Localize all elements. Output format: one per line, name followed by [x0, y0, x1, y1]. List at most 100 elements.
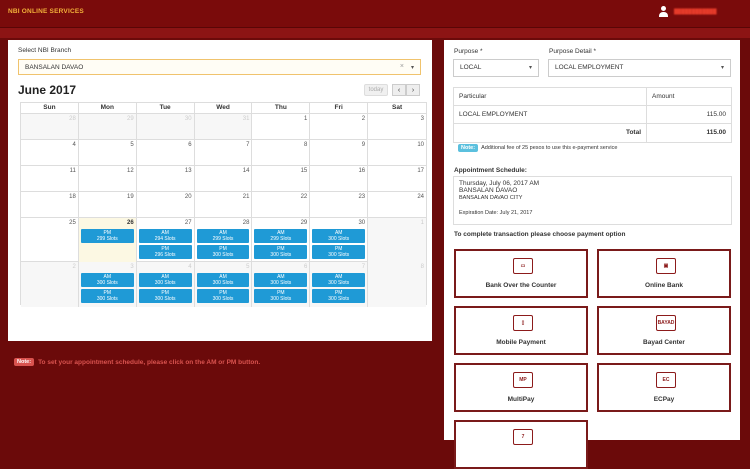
- branch-select[interactable]: BANSALAN DAVAO × ▾: [18, 59, 421, 75]
- calendar-day[interactable]: 2: [21, 262, 79, 307]
- slot-count: 300 Slots: [328, 280, 350, 286]
- calendar-day[interactable]: 26 PM 299 Slots: [78, 218, 137, 263]
- slot-count: 300 Slots: [96, 280, 118, 286]
- calendar-day[interactable]: 19: [79, 192, 137, 217]
- day-number: 4: [72, 142, 76, 148]
- calendar-day[interactable]: 18: [21, 192, 79, 217]
- payment-option-mobile-payment[interactable]: ▯ Mobile Payment: [454, 306, 588, 355]
- calendar-day[interactable]: 17: [368, 166, 426, 191]
- particular-header: Particular: [454, 88, 647, 105]
- calendar-week: 28 29 30 31 1 2 3: [20, 113, 427, 139]
- calendar-day[interactable]: 24: [368, 192, 426, 217]
- calendar-day[interactable]: 22: [252, 192, 311, 217]
- user-menu[interactable]: ████████████: [659, 6, 736, 17]
- prev-month-button[interactable]: ‹: [392, 84, 406, 96]
- calendar-day[interactable]: 3 AM 300 Slots PM 300 Slots: [78, 262, 137, 307]
- slot-button-am[interactable]: AM 300 Slots: [254, 273, 308, 287]
- calendar-day[interactable]: 1: [252, 114, 311, 139]
- total-row: Total 115.00: [454, 124, 731, 142]
- purpose-detail-select[interactable]: LOCAL EMPLOYMENT ▾: [548, 59, 731, 77]
- slot-button-am[interactable]: AM 300 Slots: [138, 273, 192, 287]
- total-label: Total: [454, 124, 647, 142]
- calendar-day[interactable]: 16: [310, 166, 369, 191]
- calendar-day[interactable]: 28 AM 299 Slots PM 300 Slots: [195, 218, 253, 263]
- table-row: LOCAL EMPLOYMENT 115.00: [454, 106, 731, 124]
- calendar-day[interactable]: 1: [368, 218, 426, 263]
- calendar-day[interactable]: 8: [252, 140, 311, 165]
- payment-option-multipay[interactable]: MP MultiPay: [454, 363, 588, 412]
- calendar-day[interactable]: 6: [137, 140, 195, 165]
- payment-option-ecpay[interactable]: EC ECPay: [597, 363, 731, 412]
- slot-button-pm[interactable]: PM 299 Slots: [80, 229, 134, 243]
- calendar-day[interactable]: 21: [195, 192, 253, 217]
- calendar-day[interactable]: 5 AM 300 Slots PM 300 Slots: [194, 262, 253, 307]
- calendar-day[interactable]: 3: [368, 114, 426, 139]
- calendar-day[interactable]: 14: [195, 166, 253, 191]
- payment-title: To complete transaction please choose pa…: [454, 231, 626, 238]
- calendar-day[interactable]: 23: [310, 192, 369, 217]
- calendar-title: June 2017: [18, 83, 77, 97]
- calendar-day[interactable]: 30 AM 300 Slots PM 300 Slots: [310, 218, 369, 263]
- day-number: 28: [69, 116, 76, 122]
- slot-button-am[interactable]: AM 300 Slots: [312, 273, 366, 287]
- slot-button-pm[interactable]: PM 300 Slots: [312, 289, 366, 303]
- calendar-day[interactable]: 29: [78, 114, 137, 139]
- calendar-day[interactable]: 25: [21, 218, 79, 263]
- slot-button-pm[interactable]: PM 300 Slots: [254, 289, 308, 303]
- calendar-day[interactable]: 15: [252, 166, 311, 191]
- slot-count: 300 Slots: [328, 236, 350, 242]
- slot-button-pm[interactable]: PM 300 Slots: [138, 289, 192, 303]
- clear-icon[interactable]: ×: [400, 63, 404, 70]
- calendar-day[interactable]: 2: [310, 114, 369, 139]
- calendar-day[interactable]: 13: [137, 166, 195, 191]
- slot-button-pm[interactable]: PM 296 Slots: [138, 245, 192, 259]
- day-number: 4: [188, 264, 192, 270]
- slot-button-pm[interactable]: PM 300 Slots: [312, 245, 366, 259]
- slot-count: 300 Slots: [270, 280, 292, 286]
- day-number: 3: [130, 264, 134, 270]
- calendar-day[interactable]: 9: [310, 140, 369, 165]
- today-button[interactable]: today: [364, 84, 388, 96]
- day-number: 24: [417, 194, 424, 200]
- calendar-day[interactable]: 27 AM 294 Slots PM 296 Slots: [137, 218, 195, 263]
- calendar-day[interactable]: 8: [368, 262, 426, 307]
- brand-title[interactable]: NBI ONLINE SERVICES: [8, 8, 84, 15]
- calendar-day[interactable]: 7: [195, 140, 253, 165]
- payment-option-bank-counter[interactable]: ▭ Bank Over the Counter: [454, 249, 588, 298]
- slot-button-pm[interactable]: PM 300 Slots: [196, 289, 250, 303]
- calendar-day[interactable]: 20: [137, 192, 195, 217]
- calendar-day[interactable]: 30: [136, 114, 195, 139]
- calendar-grid: Sun Mon Tue Wed Thu Fri Sat 28 29 30 31 1 2 3 4 5 6 7 8 9 1…: [20, 102, 427, 307]
- calendar-day[interactable]: 12: [79, 166, 137, 191]
- payment-option-bayad-center[interactable]: BAYAD Bayad Center: [597, 306, 731, 355]
- slot-count: 300 Slots: [212, 296, 234, 302]
- slot-button-pm[interactable]: PM 300 Slots: [196, 245, 250, 259]
- slot-button-am[interactable]: AM 300 Slots: [196, 273, 250, 287]
- weekday-wed: Wed: [195, 103, 253, 113]
- calendar-day[interactable]: 31: [194, 114, 253, 139]
- calendar-day[interactable]: 10: [368, 140, 426, 165]
- calendar-day[interactable]: 11: [21, 166, 79, 191]
- calendar-day[interactable]: 6 AM 300 Slots PM 300 Slots: [252, 262, 311, 307]
- slot-button-am[interactable]: AM 300 Slots: [312, 229, 366, 243]
- slot-button-pm[interactable]: PM 300 Slots: [254, 245, 308, 259]
- day-number: 29: [127, 116, 134, 122]
- slot-button-am[interactable]: AM 300 Slots: [80, 273, 134, 287]
- calendar-day[interactable]: 28: [21, 114, 79, 139]
- day-number: 25: [69, 220, 76, 226]
- slot-button-am[interactable]: AM 294 Slots: [138, 229, 192, 243]
- calendar-day[interactable]: 7 AM 300 Slots PM 300 Slots: [310, 262, 369, 307]
- slot-button-pm[interactable]: PM 300 Slots: [80, 289, 134, 303]
- slot-button-am[interactable]: AM 299 Slots: [254, 229, 308, 243]
- payment-option-online-bank[interactable]: ▣ Online Bank: [597, 249, 731, 298]
- calendar-day[interactable]: 4: [21, 140, 79, 165]
- slot-count: 300 Slots: [212, 252, 234, 258]
- calendar-day[interactable]: 4 AM 300 Slots PM 300 Slots: [136, 262, 195, 307]
- purpose-select[interactable]: LOCAL ▾: [453, 59, 539, 77]
- calendar-day[interactable]: 29 AM 299 Slots PM 300 Slots: [252, 218, 311, 263]
- next-month-button[interactable]: ›: [406, 84, 420, 96]
- day-number: 5: [246, 264, 250, 270]
- payment-option-seven-eleven[interactable]: 7: [454, 420, 588, 469]
- calendar-day[interactable]: 5: [79, 140, 137, 165]
- slot-button-am[interactable]: AM 299 Slots: [196, 229, 250, 243]
